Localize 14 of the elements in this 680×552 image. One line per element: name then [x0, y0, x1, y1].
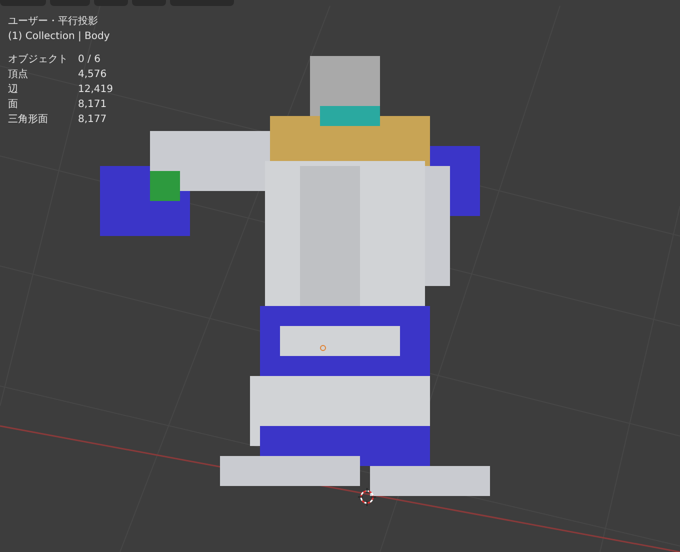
stat-value: 4,576: [78, 68, 108, 82]
stat-value: 8,171: [78, 98, 108, 112]
header-menu-button[interactable]: [94, 0, 128, 6]
3d-cursor-icon: [358, 488, 376, 506]
view-title: ユーザー・平行投影: [8, 14, 99, 29]
stat-label: 辺: [8, 82, 19, 97]
stat-label: オブジェクト: [8, 52, 69, 67]
stat-label: 面: [8, 98, 19, 112]
stat-label: 三角形面: [8, 113, 49, 127]
stat-value: 0 / 6: [78, 53, 102, 67]
stat-value: 12,419: [78, 83, 113, 97]
collection-label: (1) Collection | Body: [8, 30, 111, 44]
stat-label: 頂点: [8, 68, 29, 82]
stat-value: 8,177: [78, 113, 108, 127]
